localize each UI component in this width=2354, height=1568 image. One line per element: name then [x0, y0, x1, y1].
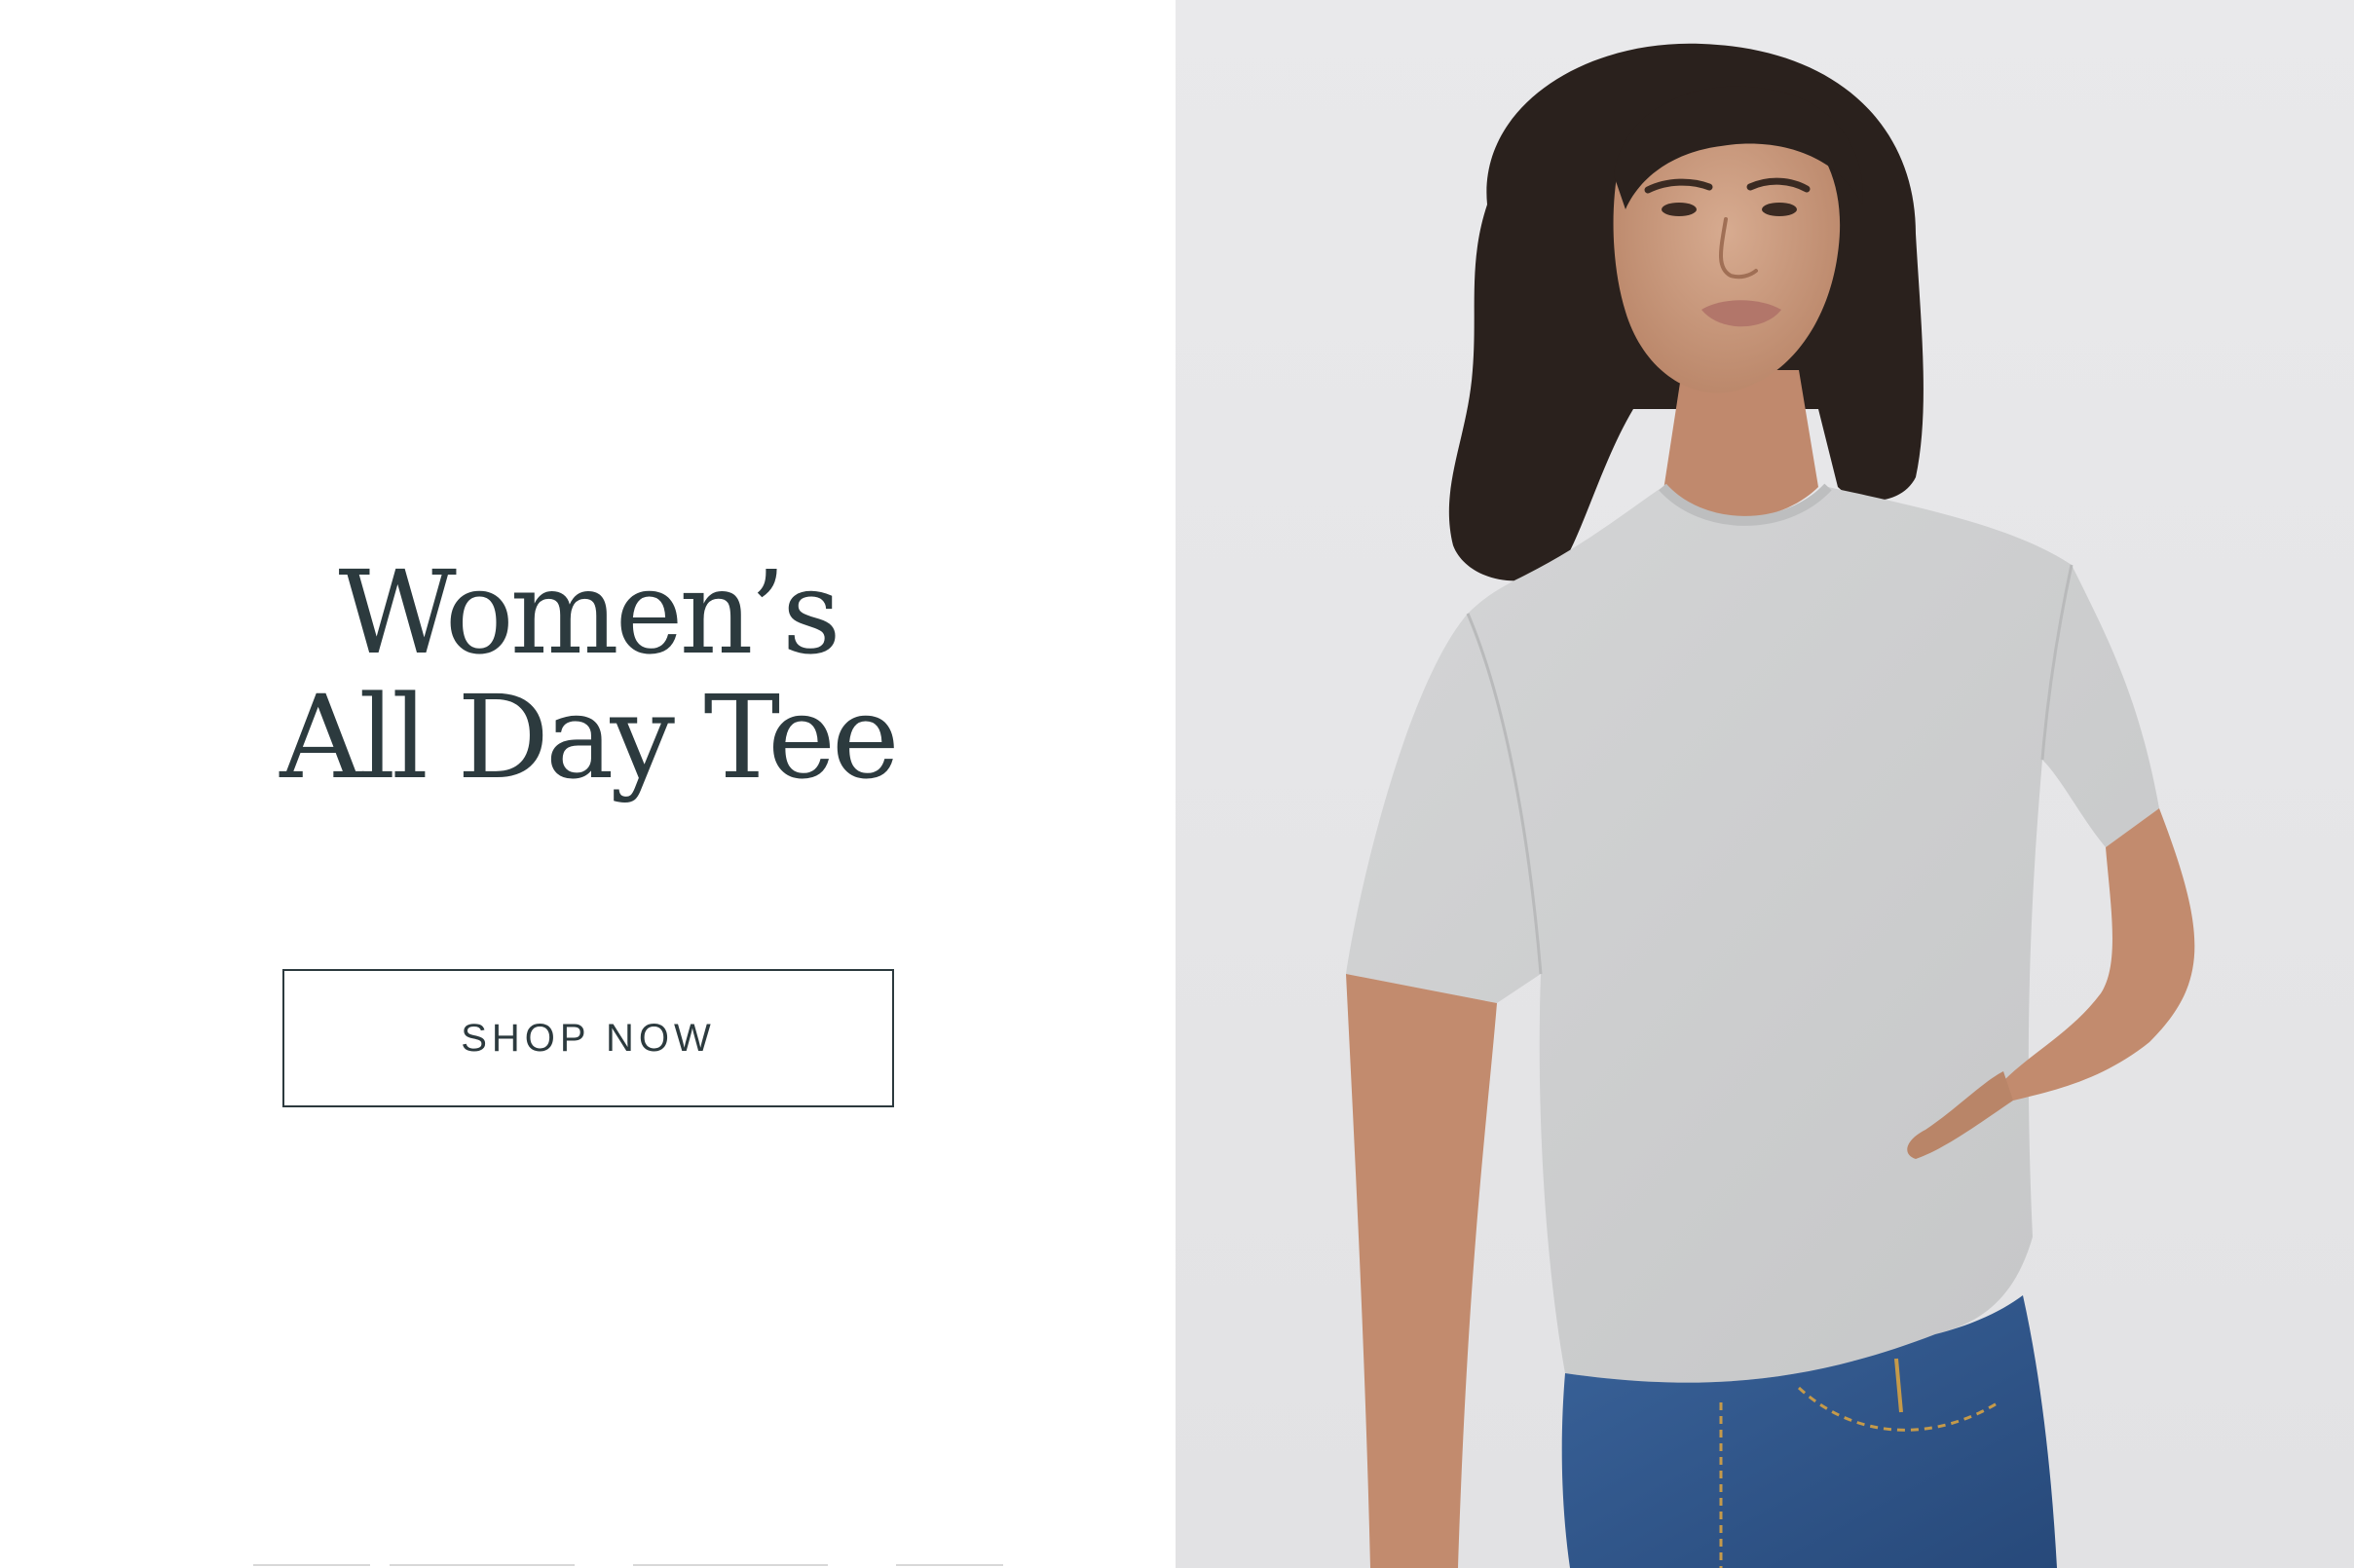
- headline-line-1: Women’s: [338, 545, 841, 680]
- hero-text-panel: Women’s All Day Tee SHOP NOW: [0, 0, 1176, 1568]
- model-photo[interactable]: [1176, 0, 2354, 1568]
- hero-headline: Women’s All Day Tee: [0, 550, 1176, 800]
- model-photo-image: [1176, 0, 2354, 1568]
- shop-now-button[interactable]: SHOP NOW: [282, 969, 894, 1107]
- hero-banner: Women’s All Day Tee SHOP NOW: [0, 0, 2354, 1568]
- headline-line-2: All Day Tee: [280, 670, 900, 804]
- bottom-divider: [0, 1562, 1176, 1568]
